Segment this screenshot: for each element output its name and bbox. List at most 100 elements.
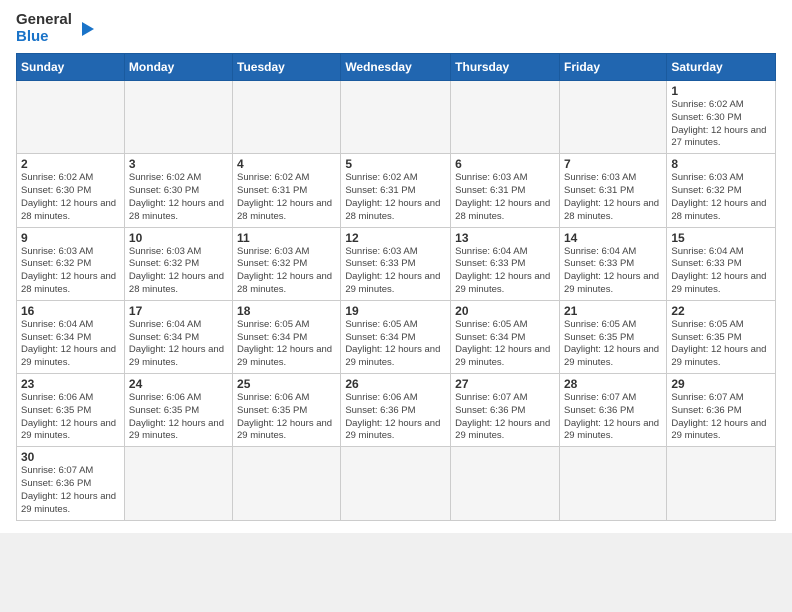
logo-text: General Blue (16, 12, 72, 45)
day-number: 10 (129, 231, 228, 245)
logo-blue: Blue (16, 29, 72, 46)
weekday-header: Thursday (451, 54, 560, 81)
day-info: Sunrise: 6:03 AMSunset: 6:32 PMDaylight:… (237, 246, 336, 297)
calendar-cell (451, 447, 560, 520)
weekday-header: Saturday (667, 54, 776, 81)
day-number: 5 (345, 157, 446, 171)
calendar-cell: 4Sunrise: 6:02 AMSunset: 6:31 PMDaylight… (233, 154, 341, 227)
calendar-cell: 13Sunrise: 6:04 AMSunset: 6:33 PMDayligh… (451, 227, 560, 300)
calendar-cell (451, 81, 560, 154)
day-info: Sunrise: 6:04 AMSunset: 6:33 PMDaylight:… (564, 246, 662, 297)
calendar-cell (233, 447, 341, 520)
day-number: 30 (21, 450, 120, 464)
page: General Blue SundayMondayTuesdayWednesda… (0, 0, 792, 533)
day-info: Sunrise: 6:07 AMSunset: 6:36 PMDaylight:… (671, 392, 771, 443)
calendar-cell: 8Sunrise: 6:03 AMSunset: 6:32 PMDaylight… (667, 154, 776, 227)
weekday-header: Wednesday (341, 54, 451, 81)
calendar-cell: 30Sunrise: 6:07 AMSunset: 6:36 PMDayligh… (17, 447, 125, 520)
calendar-cell: 22Sunrise: 6:05 AMSunset: 6:35 PMDayligh… (667, 300, 776, 373)
day-number: 1 (671, 84, 771, 98)
header: General Blue (16, 12, 776, 45)
weekday-header: Sunday (17, 54, 125, 81)
day-info: Sunrise: 6:04 AMSunset: 6:34 PMDaylight:… (129, 319, 228, 370)
day-info: Sunrise: 6:07 AMSunset: 6:36 PMDaylight:… (564, 392, 662, 443)
day-number: 6 (455, 157, 555, 171)
calendar-table: SundayMondayTuesdayWednesdayThursdayFrid… (16, 53, 776, 521)
day-number: 18 (237, 304, 336, 318)
calendar-header-row: SundayMondayTuesdayWednesdayThursdayFrid… (17, 54, 776, 81)
weekday-header: Tuesday (233, 54, 341, 81)
calendar-cell: 15Sunrise: 6:04 AMSunset: 6:33 PMDayligh… (667, 227, 776, 300)
day-number: 8 (671, 157, 771, 171)
day-info: Sunrise: 6:07 AMSunset: 6:36 PMDaylight:… (21, 465, 120, 516)
calendar-cell (124, 447, 232, 520)
day-info: Sunrise: 6:02 AMSunset: 6:30 PMDaylight:… (671, 99, 771, 150)
calendar-cell (124, 81, 232, 154)
day-info: Sunrise: 6:05 AMSunset: 6:35 PMDaylight:… (564, 319, 662, 370)
calendar-cell: 21Sunrise: 6:05 AMSunset: 6:35 PMDayligh… (559, 300, 666, 373)
day-number: 17 (129, 304, 228, 318)
day-info: Sunrise: 6:02 AMSunset: 6:30 PMDaylight:… (21, 172, 120, 223)
day-info: Sunrise: 6:03 AMSunset: 6:33 PMDaylight:… (345, 246, 446, 297)
calendar-week-row: 23Sunrise: 6:06 AMSunset: 6:35 PMDayligh… (17, 374, 776, 447)
calendar-cell: 18Sunrise: 6:05 AMSunset: 6:34 PMDayligh… (233, 300, 341, 373)
calendar-cell (17, 81, 125, 154)
calendar-cell: 12Sunrise: 6:03 AMSunset: 6:33 PMDayligh… (341, 227, 451, 300)
calendar-cell: 29Sunrise: 6:07 AMSunset: 6:36 PMDayligh… (667, 374, 776, 447)
day-number: 7 (564, 157, 662, 171)
day-info: Sunrise: 6:07 AMSunset: 6:36 PMDaylight:… (455, 392, 555, 443)
calendar-week-row: 30Sunrise: 6:07 AMSunset: 6:36 PMDayligh… (17, 447, 776, 520)
calendar-cell: 11Sunrise: 6:03 AMSunset: 6:32 PMDayligh… (233, 227, 341, 300)
calendar-cell: 24Sunrise: 6:06 AMSunset: 6:35 PMDayligh… (124, 374, 232, 447)
calendar-cell: 5Sunrise: 6:02 AMSunset: 6:31 PMDaylight… (341, 154, 451, 227)
calendar-cell: 10Sunrise: 6:03 AMSunset: 6:32 PMDayligh… (124, 227, 232, 300)
calendar-cell: 1Sunrise: 6:02 AMSunset: 6:30 PMDaylight… (667, 81, 776, 154)
day-info: Sunrise: 6:05 AMSunset: 6:34 PMDaylight:… (345, 319, 446, 370)
day-info: Sunrise: 6:05 AMSunset: 6:34 PMDaylight:… (237, 319, 336, 370)
day-number: 3 (129, 157, 228, 171)
calendar-week-row: 1Sunrise: 6:02 AMSunset: 6:30 PMDaylight… (17, 81, 776, 154)
day-number: 9 (21, 231, 120, 245)
day-number: 15 (671, 231, 771, 245)
day-info: Sunrise: 6:05 AMSunset: 6:35 PMDaylight:… (671, 319, 771, 370)
day-info: Sunrise: 6:03 AMSunset: 6:31 PMDaylight:… (564, 172, 662, 223)
day-number: 12 (345, 231, 446, 245)
weekday-header: Friday (559, 54, 666, 81)
calendar-cell: 25Sunrise: 6:06 AMSunset: 6:35 PMDayligh… (233, 374, 341, 447)
day-number: 20 (455, 304, 555, 318)
calendar-week-row: 2Sunrise: 6:02 AMSunset: 6:30 PMDaylight… (17, 154, 776, 227)
calendar-cell: 2Sunrise: 6:02 AMSunset: 6:30 PMDaylight… (17, 154, 125, 227)
calendar-cell (667, 447, 776, 520)
calendar-cell: 20Sunrise: 6:05 AMSunset: 6:34 PMDayligh… (451, 300, 560, 373)
day-number: 27 (455, 377, 555, 391)
day-info: Sunrise: 6:02 AMSunset: 6:31 PMDaylight:… (345, 172, 446, 223)
calendar-cell (559, 447, 666, 520)
day-info: Sunrise: 6:06 AMSunset: 6:36 PMDaylight:… (345, 392, 446, 443)
day-number: 24 (129, 377, 228, 391)
calendar-cell: 9Sunrise: 6:03 AMSunset: 6:32 PMDaylight… (17, 227, 125, 300)
calendar-cell: 3Sunrise: 6:02 AMSunset: 6:30 PMDaylight… (124, 154, 232, 227)
day-info: Sunrise: 6:05 AMSunset: 6:34 PMDaylight:… (455, 319, 555, 370)
day-number: 21 (564, 304, 662, 318)
day-info: Sunrise: 6:03 AMSunset: 6:32 PMDaylight:… (21, 246, 120, 297)
calendar-cell: 14Sunrise: 6:04 AMSunset: 6:33 PMDayligh… (559, 227, 666, 300)
day-number: 23 (21, 377, 120, 391)
calendar-cell: 16Sunrise: 6:04 AMSunset: 6:34 PMDayligh… (17, 300, 125, 373)
logo-general: General (16, 12, 72, 29)
day-info: Sunrise: 6:02 AMSunset: 6:30 PMDaylight:… (129, 172, 228, 223)
day-number: 29 (671, 377, 771, 391)
day-number: 2 (21, 157, 120, 171)
day-number: 11 (237, 231, 336, 245)
logo-triangle-icon (76, 18, 98, 40)
day-number: 26 (345, 377, 446, 391)
day-info: Sunrise: 6:06 AMSunset: 6:35 PMDaylight:… (21, 392, 120, 443)
calendar-cell (341, 447, 451, 520)
day-number: 14 (564, 231, 662, 245)
calendar-cell: 6Sunrise: 6:03 AMSunset: 6:31 PMDaylight… (451, 154, 560, 227)
calendar-cell: 27Sunrise: 6:07 AMSunset: 6:36 PMDayligh… (451, 374, 560, 447)
day-info: Sunrise: 6:06 AMSunset: 6:35 PMDaylight:… (237, 392, 336, 443)
day-info: Sunrise: 6:03 AMSunset: 6:31 PMDaylight:… (455, 172, 555, 223)
day-info: Sunrise: 6:03 AMSunset: 6:32 PMDaylight:… (671, 172, 771, 223)
calendar-cell: 7Sunrise: 6:03 AMSunset: 6:31 PMDaylight… (559, 154, 666, 227)
day-info: Sunrise: 6:04 AMSunset: 6:33 PMDaylight:… (671, 246, 771, 297)
